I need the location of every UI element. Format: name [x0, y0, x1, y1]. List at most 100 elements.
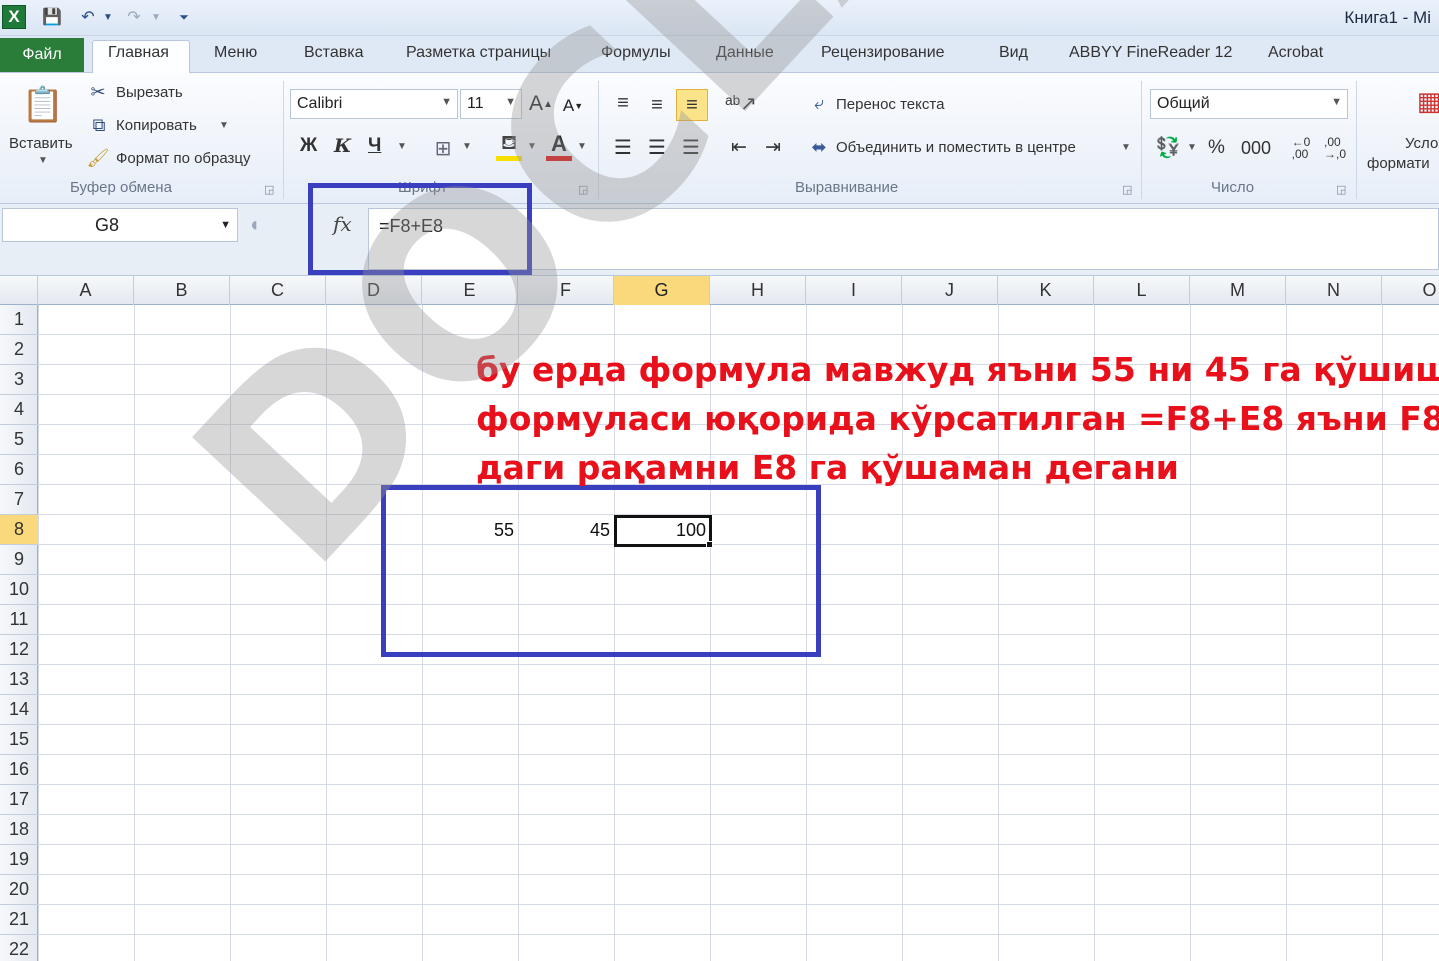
merge-center-button[interactable]: Объединить и поместить в центре: [836, 139, 1076, 156]
row-header-17[interactable]: 17: [0, 785, 38, 815]
row-header-5[interactable]: 5: [0, 425, 38, 455]
align-center-icon[interactable]: ☰: [644, 135, 670, 159]
column-header-O[interactable]: O: [1382, 276, 1439, 305]
row-header-7[interactable]: 7: [0, 485, 38, 515]
alignment-launcher-icon[interactable]: ◲: [1122, 183, 1132, 196]
tab-menu[interactable]: Меню: [214, 44, 257, 62]
orientation-icon[interactable]: ᵃᵇ↗: [725, 91, 757, 115]
row-header-10[interactable]: 10: [0, 575, 38, 605]
format-painter-icon[interactable]: 🖌: [86, 147, 110, 169]
shrink-font-icon[interactable]: A ▼: [562, 93, 584, 119]
fill-color-dropdown-icon[interactable]: ▼: [527, 141, 537, 152]
row-header-12[interactable]: 12: [0, 635, 38, 665]
grow-font-icon[interactable]: A ▲: [529, 91, 553, 117]
tab-file[interactable]: Файл: [0, 38, 84, 72]
redo-dropdown-icon[interactable]: ▼: [150, 5, 162, 29]
tab-insert[interactable]: Вставка: [304, 44, 363, 62]
format-painter-button[interactable]: Формат по образцу: [116, 150, 251, 167]
decrease-indent-icon[interactable]: ⇤: [726, 135, 752, 159]
column-header-C[interactable]: C: [230, 276, 326, 305]
merge-center-icon[interactable]: ⬌: [806, 135, 832, 159]
row-header-16[interactable]: 16: [0, 755, 38, 785]
row-header-8[interactable]: 8: [0, 515, 38, 545]
font-size-combo[interactable]: 11 ▼: [460, 89, 522, 119]
borders-icon[interactable]: ⊞: [430, 135, 456, 161]
thousands-button[interactable]: 000: [1241, 138, 1271, 159]
column-header-G[interactable]: G: [614, 276, 710, 305]
font-name-combo[interactable]: Calibri ▼: [290, 89, 458, 119]
row-header-9[interactable]: 9: [0, 545, 38, 575]
decrease-decimal-icon[interactable]: ,00 →,0: [1322, 135, 1348, 161]
row-header-2[interactable]: 2: [0, 335, 38, 365]
row-header-21[interactable]: 21: [0, 905, 38, 935]
column-header-B[interactable]: B: [134, 276, 230, 305]
column-header-H[interactable]: H: [710, 276, 806, 305]
customize-toolbar-icon[interactable]: ⏷: [176, 5, 192, 29]
align-bottom-icon[interactable]: ≡: [676, 89, 708, 121]
copy-button[interactable]: Копировать: [116, 117, 197, 134]
wrap-text-icon[interactable]: ⤶: [806, 91, 832, 115]
redo-icon[interactable]: ↷: [122, 5, 146, 29]
save-icon[interactable]: 💾: [40, 5, 64, 29]
clipboard-launcher-icon[interactable]: ◲: [264, 183, 274, 196]
bold-button[interactable]: Ж: [300, 135, 317, 157]
splitter-handle-icon[interactable]: ◖: [244, 210, 264, 240]
row-header-20[interactable]: 20: [0, 875, 38, 905]
tab-page-layout[interactable]: Разметка страницы: [406, 44, 551, 62]
number-format-combo[interactable]: Общий ▼: [1150, 89, 1348, 119]
undo-dropdown-icon[interactable]: ▼: [102, 5, 114, 29]
row-header-18[interactable]: 18: [0, 815, 38, 845]
cut-button[interactable]: Вырезать: [116, 84, 183, 101]
number-launcher-icon[interactable]: ◲: [1336, 183, 1346, 196]
row-header-13[interactable]: 13: [0, 665, 38, 695]
row-header-22[interactable]: 22: [0, 935, 38, 961]
increase-indent-icon[interactable]: ⇥: [760, 135, 786, 159]
row-header-11[interactable]: 11: [0, 605, 38, 635]
align-right-icon[interactable]: ☰: [678, 135, 704, 159]
borders-dropdown-icon[interactable]: ▼: [462, 141, 472, 152]
row-header-14[interactable]: 14: [0, 695, 38, 725]
column-header-F[interactable]: F: [518, 276, 614, 305]
tab-acrobat[interactable]: Acrobat: [1268, 44, 1323, 62]
paste-button[interactable]: Вставить: [9, 135, 73, 152]
conditional-formatting-label-2[interactable]: формати: [1367, 155, 1430, 172]
copy-dropdown-icon[interactable]: ▼: [219, 120, 229, 131]
column-header-K[interactable]: K: [998, 276, 1094, 305]
copy-icon[interactable]: ⧉: [88, 114, 110, 136]
tab-formulas[interactable]: Формулы: [601, 44, 671, 62]
tab-abbyy[interactable]: ABBYY FineReader 12: [1069, 44, 1232, 62]
font-color-dropdown-icon[interactable]: ▼: [577, 141, 587, 152]
undo-icon[interactable]: ↶: [76, 5, 100, 29]
column-header-E[interactable]: E: [422, 276, 518, 305]
column-header-J[interactable]: J: [902, 276, 998, 305]
paste-icon[interactable]: 📋: [20, 81, 66, 129]
underline-button[interactable]: Ч: [368, 135, 381, 157]
align-left-icon[interactable]: ☰: [610, 135, 636, 159]
merge-dropdown-icon[interactable]: ▼: [1121, 142, 1131, 153]
column-header-N[interactable]: N: [1286, 276, 1382, 305]
font-launcher-icon[interactable]: ◲: [578, 183, 588, 196]
currency-icon[interactable]: 💱: [1154, 133, 1182, 161]
percent-button[interactable]: %: [1208, 137, 1225, 159]
conditional-formatting-label-1[interactable]: Усло: [1405, 135, 1438, 152]
tab-data[interactable]: Данные: [716, 44, 774, 62]
tab-view[interactable]: Вид: [999, 44, 1028, 62]
column-header-I[interactable]: I: [806, 276, 902, 305]
row-header-1[interactable]: 1: [0, 305, 38, 335]
row-header-6[interactable]: 6: [0, 455, 38, 485]
cut-icon[interactable]: ✂: [88, 81, 108, 103]
align-middle-icon[interactable]: ≡: [644, 93, 670, 117]
paste-dropdown-icon[interactable]: ▼: [38, 155, 48, 166]
column-header-D[interactable]: D: [326, 276, 422, 305]
tab-home[interactable]: Главная: [108, 44, 169, 62]
column-header-A[interactable]: A: [38, 276, 134, 305]
italic-button[interactable]: К: [334, 135, 351, 157]
increase-decimal-icon[interactable]: ←0,00: [1288, 135, 1314, 161]
name-box[interactable]: G8 ▼: [2, 208, 238, 242]
row-header-19[interactable]: 19: [0, 845, 38, 875]
wrap-text-button[interactable]: Перенос текста: [836, 96, 944, 113]
align-top-icon[interactable]: ≡: [610, 91, 636, 115]
conditional-formatting-icon[interactable]: ▦: [1417, 83, 1439, 119]
column-header-L[interactable]: L: [1094, 276, 1190, 305]
currency-dropdown-icon[interactable]: ▼: [1187, 142, 1197, 153]
